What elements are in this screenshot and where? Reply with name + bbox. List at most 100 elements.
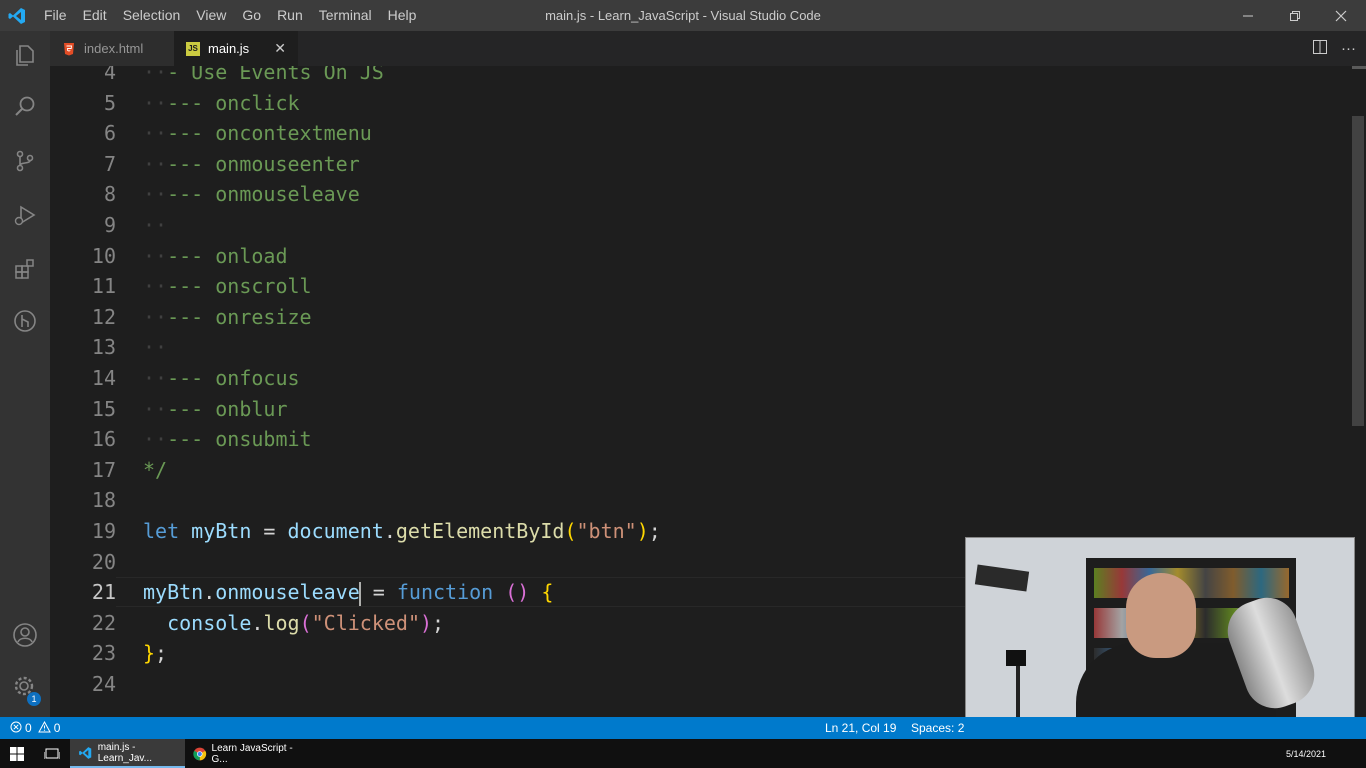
code-line[interactable]: 9 ·· [50, 210, 1352, 240]
windows-taskbar: main.js - Learn_Jav... Learn JavaScript … [0, 739, 1366, 768]
minimize-button[interactable] [1225, 0, 1271, 31]
line-number: 18 [91, 488, 116, 513]
line-number: 23 [91, 641, 116, 666]
minimize-icon [1243, 15, 1253, 16]
code-line[interactable]: 18 [50, 485, 1352, 515]
tab-index-html[interactable]: index.html [50, 31, 174, 66]
line-number: 5 [103, 90, 116, 115]
more-actions-icon[interactable]: ··· [1341, 40, 1356, 57]
menu-view[interactable]: View [188, 0, 234, 31]
warning-icon [37, 717, 51, 739]
comment-text: --- onclick [167, 90, 300, 115]
code-line[interactable]: 5 ··--- onclick [50, 88, 1352, 118]
line-code: ··--- oncontextmenu [143, 118, 372, 148]
cursor-position[interactable]: Ln 21, Col 19 [825, 717, 896, 739]
code-line[interactable]: 14 ··--- onfocus [50, 363, 1352, 393]
extensions-button[interactable] [0, 245, 50, 293]
start-button[interactable] [0, 739, 34, 768]
line-code: ··--- onresize [143, 302, 312, 332]
code-token: . [251, 610, 264, 635]
timeline-button[interactable] [0, 297, 50, 345]
scrollbar-thumb[interactable] [1352, 116, 1364, 426]
manage-settings-button[interactable]: 1 [0, 663, 50, 711]
close-tab-icon[interactable]: ✕ [274, 31, 286, 66]
comment-text: --- oncontextmenu [167, 121, 372, 146]
tab-main-js[interactable]: JS main.js ✕ [174, 31, 298, 66]
taskbar-vscode[interactable]: main.js - Learn_Jav... [70, 739, 185, 768]
tab-label: index.html [84, 41, 144, 56]
comment-text: --- onmouseenter [167, 151, 360, 176]
js-file-icon: JS [186, 41, 200, 56]
code-token: = [251, 519, 288, 543]
activity-bar: 1 [0, 31, 50, 717]
line-number: 14 [91, 366, 116, 390]
taskbar-chrome[interactable]: Learn JavaScript - G... [188, 739, 296, 768]
restore-button[interactable] [1272, 0, 1318, 31]
indent-guide: ·· [143, 274, 168, 299]
line-code: */ [143, 455, 167, 485]
line-number: 12 [91, 304, 116, 329]
code-line[interactable]: 6 ··--- oncontextmenu [50, 118, 1352, 148]
menu-edit[interactable]: Edit [75, 0, 115, 31]
line-number: 24 [91, 672, 116, 696]
split-editor-icon[interactable] [1313, 39, 1327, 58]
line-code: ··--- onfocus [143, 363, 300, 393]
comment-text: - Use Events On JS [167, 66, 384, 84]
line-code: ··--- onclick [143, 88, 300, 118]
code-token: "btn" [576, 519, 637, 543]
indentation-status[interactable]: Spaces: 2 [911, 717, 964, 739]
code-line[interactable]: 17 */ [50, 455, 1352, 485]
problems-status[interactable]: 0 0 [10, 717, 60, 739]
close-window-button[interactable] [1318, 0, 1364, 31]
code-token: log [263, 610, 300, 635]
code-token: { [541, 580, 554, 605]
search-button[interactable] [0, 83, 50, 131]
title-bar: File Edit Selection View Go Run Terminal… [0, 0, 1366, 31]
code-line[interactable]: 4 ··- Use Events On JS [50, 66, 1352, 87]
editor-tab-bar: index.html JS main.js ✕ ··· [50, 31, 1366, 66]
line-number: 22 [91, 610, 116, 635]
tab-label: main.js [208, 41, 250, 56]
code-token: document [287, 519, 384, 543]
windows-icon [10, 746, 24, 761]
indent-guide: ·· [143, 121, 168, 146]
code-line[interactable]: 16 ··--- onsubmit [50, 424, 1352, 454]
code-line[interactable]: 13 ·· [50, 332, 1352, 362]
menu-go[interactable]: Go [234, 0, 269, 31]
menu-terminal[interactable]: Terminal [311, 0, 380, 31]
taskbar-date[interactable]: 5/14/2021 [1286, 739, 1326, 768]
source-control-icon [16, 150, 34, 172]
menu-selection[interactable]: Selection [115, 0, 189, 31]
line-code: console.log("Clicked"); [143, 608, 444, 638]
code-line[interactable]: 7 ··--- onmouseenter [50, 149, 1352, 179]
code-line[interactable]: 12 ··--- onresize [50, 302, 1352, 332]
run-debug-button[interactable] [0, 191, 50, 239]
code-line[interactable]: 8 ··--- onmouseleave [50, 179, 1352, 209]
menu-file[interactable]: File [36, 0, 75, 31]
code-line[interactable]: 15 ··--- onblur [50, 394, 1352, 424]
indent-guide: ·· [143, 396, 168, 421]
source-control-button[interactable] [0, 137, 50, 185]
vscode-logo-icon [8, 8, 25, 24]
accounts-button[interactable] [0, 611, 50, 659]
code-token: ; [432, 610, 445, 635]
menu-run[interactable]: Run [269, 0, 311, 31]
menu-help[interactable]: Help [380, 0, 425, 31]
explorer-button[interactable] [0, 31, 50, 79]
indent-guide: ·· [143, 366, 168, 390]
code-token: ; [155, 641, 168, 666]
warning-count: 0 [53, 721, 61, 735]
code-line[interactable]: 10 ··--- onload [50, 241, 1352, 271]
code-token: myBtn [191, 519, 252, 543]
line-number: 10 [91, 243, 116, 268]
line-code: ·· [143, 332, 167, 362]
code-line[interactable]: 11 ··--- onscroll [50, 271, 1352, 301]
task-view-button[interactable] [38, 739, 66, 768]
vscode-logo-icon [79, 746, 92, 759]
line-number: 17 [91, 457, 116, 482]
search-icon [15, 96, 35, 116]
person-face-image [1126, 573, 1196, 658]
line-number: 7 [103, 151, 116, 176]
